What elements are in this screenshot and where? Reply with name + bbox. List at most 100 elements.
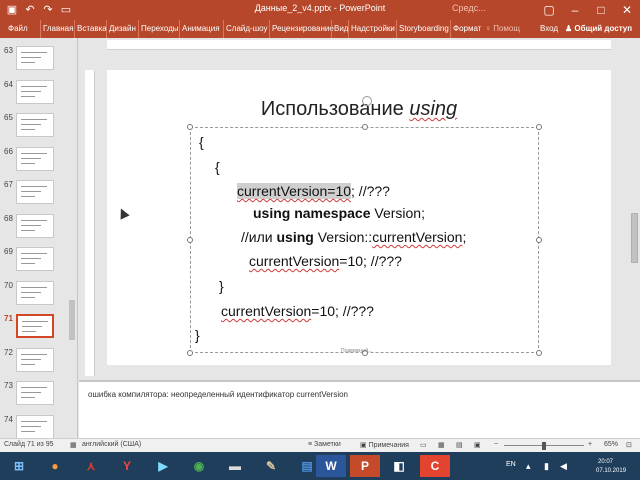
thumbnail-number: 71 xyxy=(4,314,13,323)
slide-thumbnail[interactable] xyxy=(16,146,54,171)
spellcheck-icon[interactable]: ▦ xyxy=(70,441,77,449)
thumbnail-number: 66 xyxy=(4,146,13,156)
vertical-ruler xyxy=(85,70,95,376)
signin-link[interactable]: Вход xyxy=(540,20,558,38)
word-icon[interactable]: W xyxy=(316,455,346,477)
comments-button[interactable]: ▣ Примечания xyxy=(360,441,409,449)
thumbnail-line xyxy=(21,430,35,432)
slide-thumbnail[interactable] xyxy=(16,280,54,305)
minimize-button[interactable]: – xyxy=(562,0,588,20)
firefox-icon[interactable]: ● xyxy=(40,455,70,477)
tab-storyboarding[interactable]: Storyboarding xyxy=(396,20,451,38)
sorter-view-icon[interactable]: ▦ xyxy=(438,441,445,449)
resize-handle[interactable] xyxy=(536,350,542,356)
zoom-in-button[interactable]: + xyxy=(588,441,592,448)
tray-arrow-icon[interactable]: ▴ xyxy=(526,461,531,472)
camtasia-icon[interactable]: C xyxy=(420,455,450,477)
close-button[interactable]: ✕ xyxy=(614,0,640,20)
acrobat-icon[interactable]: ⋏ xyxy=(76,455,106,477)
resize-handle[interactable] xyxy=(187,124,193,130)
slide-thumbnail[interactable] xyxy=(16,347,54,372)
resize-handle[interactable] xyxy=(187,237,193,243)
tab-review[interactable]: Рецензирование xyxy=(269,20,336,38)
tab-slideshow[interactable]: Слайд-шоу xyxy=(223,20,269,38)
slide-thumbnail[interactable] xyxy=(16,213,54,238)
slide-canvas[interactable]: Использование using { { currentVersion=1… xyxy=(107,70,611,365)
thumbnail-line xyxy=(21,90,41,92)
clock-date[interactable]: 07.10.2019 xyxy=(596,468,626,474)
thumbnail-line xyxy=(21,129,35,130)
notes-button[interactable]: ≡ Заметки xyxy=(308,441,341,448)
code-line-6: currentVersion=10; //??? xyxy=(249,253,402,269)
tab-home[interactable]: Главная xyxy=(40,20,75,38)
ribbon-options-icon[interactable]: ▢ xyxy=(536,0,562,20)
chrome-icon[interactable]: ◉ xyxy=(184,455,214,477)
tab-file[interactable]: Файл xyxy=(6,20,30,38)
slide-thumbnail[interactable] xyxy=(16,46,54,70)
slide-thumbnail[interactable] xyxy=(16,247,54,271)
ribbon-tabs: Файл Главная Вставка Дизайн Переходы Ани… xyxy=(0,20,640,38)
powerpoint-icon[interactable]: P xyxy=(350,455,380,477)
slide-thumbnail[interactable] xyxy=(16,314,54,338)
user-icon: ♟ xyxy=(565,24,573,33)
slide-thumbnail[interactable] xyxy=(16,414,54,439)
share-label: Общий доступ xyxy=(574,24,633,33)
yandex-icon[interactable]: Y xyxy=(112,455,142,477)
slide-thumbnail[interactable] xyxy=(16,381,54,405)
explorer-icon[interactable]: ▬ xyxy=(220,455,250,477)
slide-thumbnail[interactable] xyxy=(16,180,54,204)
clock-time[interactable]: 20:07 xyxy=(598,459,613,465)
code-identifier: currentVersion xyxy=(221,303,312,319)
zoom-level[interactable]: 65% xyxy=(604,441,618,448)
network-icon[interactable]: ▮ xyxy=(544,461,549,472)
normal-view-icon[interactable]: ▭ xyxy=(420,441,427,449)
paint-icon[interactable]: ✎ xyxy=(256,455,286,477)
code-text: Version:: xyxy=(313,229,373,245)
share-button[interactable]: ♟ Общий доступ xyxy=(565,20,632,38)
thumbnail-line xyxy=(21,263,35,264)
media-player-icon[interactable]: ▶ xyxy=(148,455,178,477)
tab-insert[interactable]: Вставка xyxy=(74,20,109,38)
code-comment: ; //??? xyxy=(351,183,390,199)
language-indicator[interactable]: английский (США) xyxy=(82,441,141,448)
slide-counter: Слайд 71 из 95 xyxy=(4,441,54,448)
resize-handle[interactable] xyxy=(187,350,193,356)
editor-scroll-handle[interactable] xyxy=(631,213,638,263)
zoom-out-button[interactable]: − xyxy=(494,441,498,448)
code-line-5: //или using Version::currentVersion; xyxy=(241,229,466,245)
volume-icon[interactable]: ◀ xyxy=(560,461,567,472)
thumbnail-line xyxy=(21,291,41,293)
code-textbox[interactable]: { { currentVersion=10; //??? using names… xyxy=(187,124,542,356)
language-tray[interactable]: EN xyxy=(506,461,516,468)
tab-design[interactable]: Дизайн xyxy=(106,20,138,38)
thumbnail-scrollbar[interactable] xyxy=(68,42,76,434)
slide-thumbnail[interactable] xyxy=(16,113,54,137)
code-identifier: currentVersion xyxy=(249,253,340,269)
resize-handle[interactable] xyxy=(362,124,368,130)
reading-view-icon[interactable]: ▤ xyxy=(456,441,463,449)
fit-slide-icon[interactable]: ⊡ xyxy=(626,441,632,449)
tab-format[interactable]: Формат xyxy=(450,20,483,38)
start-button-icon[interactable]: ⊞ xyxy=(4,455,34,477)
zoom-slider-thumb[interactable] xyxy=(542,442,546,450)
thumbnail-line xyxy=(22,321,48,322)
notes-pane[interactable]: ошибка компилятора: неопределенный идент… xyxy=(79,380,640,438)
thumbnail-line xyxy=(21,353,47,355)
slideshow-view-icon[interactable]: ▣ xyxy=(474,441,481,449)
tab-addins[interactable]: Надстройки xyxy=(348,20,397,38)
slide-thumbnail[interactable] xyxy=(16,79,54,104)
rotate-handle[interactable] xyxy=(362,96,372,106)
tab-transitions[interactable]: Переходы xyxy=(138,20,181,38)
thumbnail-scroll-handle[interactable] xyxy=(69,300,75,340)
help-search[interactable]: ♀ Помощ xyxy=(485,20,520,38)
code-identifier: currentVersion xyxy=(372,229,463,245)
resize-handle[interactable] xyxy=(536,124,542,130)
resize-handle[interactable] xyxy=(536,237,542,243)
slide-title[interactable]: Использование using xyxy=(107,98,611,121)
code-line-8: currentVersion=10; //??? xyxy=(221,303,374,319)
tab-animation[interactable]: Анимация xyxy=(179,20,222,38)
maximize-button[interactable]: □ xyxy=(588,0,614,20)
thumbnail-number: 65 xyxy=(4,113,13,122)
onenote-icon[interactable]: ◧ xyxy=(384,455,414,477)
editor-scrollbar[interactable] xyxy=(629,38,640,378)
